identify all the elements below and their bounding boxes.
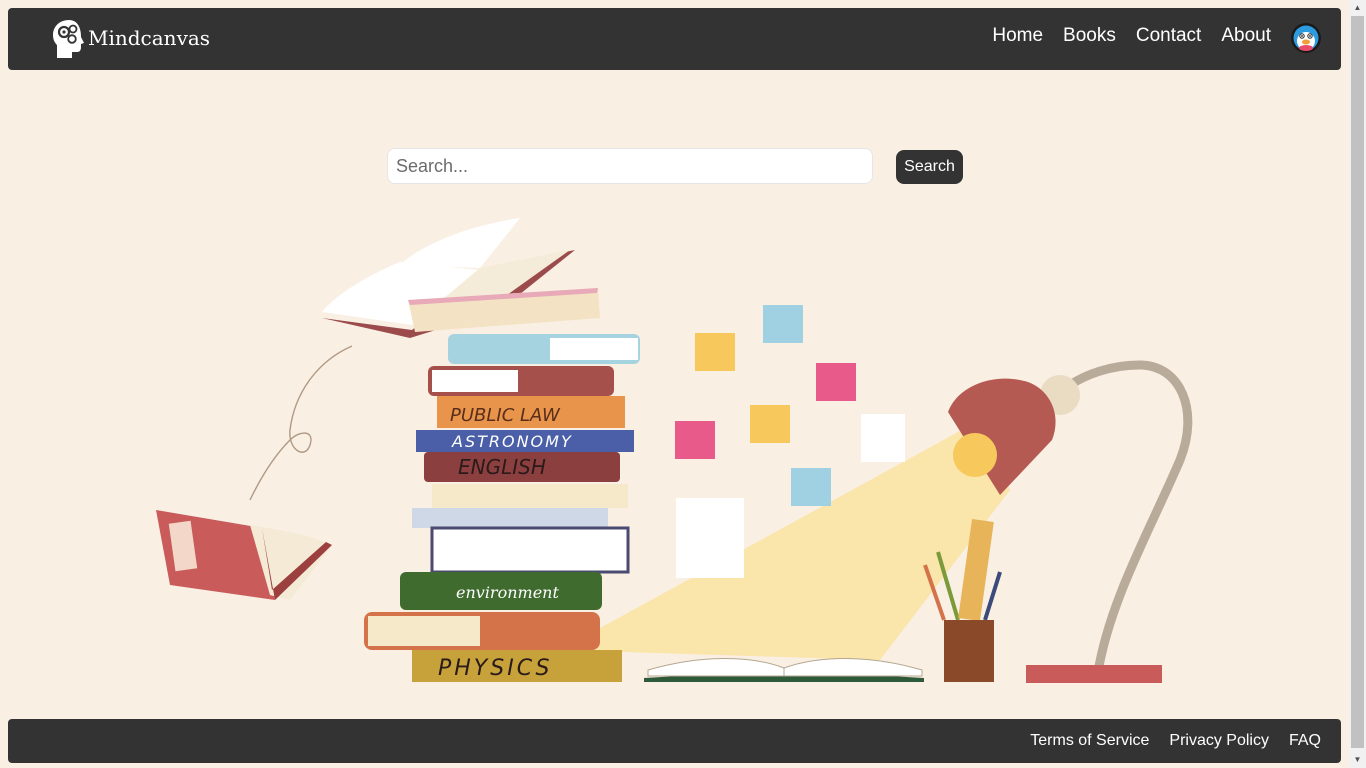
nav-link-home[interactable]: Home — [992, 25, 1043, 47]
nav-link-about[interactable]: About — [1221, 25, 1271, 47]
nav-link-contact[interactable]: Contact — [1136, 25, 1201, 47]
footer-link-terms-of-service[interactable]: Terms of Service — [1030, 732, 1149, 750]
book-title-environment: environment — [456, 583, 559, 602]
nav-link-books[interactable]: Books — [1063, 25, 1116, 47]
search-button[interactable]: Search — [896, 150, 963, 184]
scroll-down-arrow-icon[interactable]: ▼ — [1349, 752, 1366, 768]
flying-open-book — [322, 218, 600, 338]
open-book-on-desk — [644, 658, 924, 682]
footer-links: Terms of Service Privacy Policy FAQ — [1030, 732, 1321, 750]
head-with-gears-icon — [53, 20, 84, 58]
penguin-avatar-icon — [1291, 23, 1321, 53]
brand-logo-link[interactable]: Mindcanvas — [52, 19, 210, 59]
book-title-physics: PHYSICS — [438, 656, 552, 681]
book-title-english: ENGLISH — [458, 455, 546, 479]
hero-illustration: PUBLIC LAW ASTRONOMY ENGLISH environment… — [156, 218, 1193, 683]
book-title-public-law: PUBLIC LAW — [450, 405, 561, 426]
vertical-scrollbar[interactable]: ▲ ▼ — [1349, 0, 1366, 768]
user-avatar[interactable] — [1291, 23, 1321, 53]
footer-link-faq[interactable]: FAQ — [1289, 732, 1321, 750]
book-title-astronomy: ASTRONOMY — [451, 432, 573, 451]
page-footer: Terms of Service Privacy Policy FAQ — [8, 719, 1341, 763]
top-navbar: Mindcanvas Home Books Contact About — [8, 8, 1341, 70]
scroll-up-arrow-icon[interactable]: ▲ — [1349, 0, 1366, 16]
search-input[interactable] — [387, 148, 873, 184]
nav-links: Home Books Contact About — [992, 25, 1271, 47]
flight-path-curve — [249, 345, 353, 501]
falling-red-book — [156, 510, 332, 600]
footer-link-privacy-policy[interactable]: Privacy Policy — [1169, 732, 1269, 750]
brand-name: Mindcanvas — [88, 26, 211, 50]
scrollbar-thumb[interactable] — [1351, 16, 1364, 748]
book-stack: PUBLIC LAW ASTRONOMY ENGLISH environment… — [364, 334, 640, 682]
search-form: Search — [386, 147, 966, 187]
